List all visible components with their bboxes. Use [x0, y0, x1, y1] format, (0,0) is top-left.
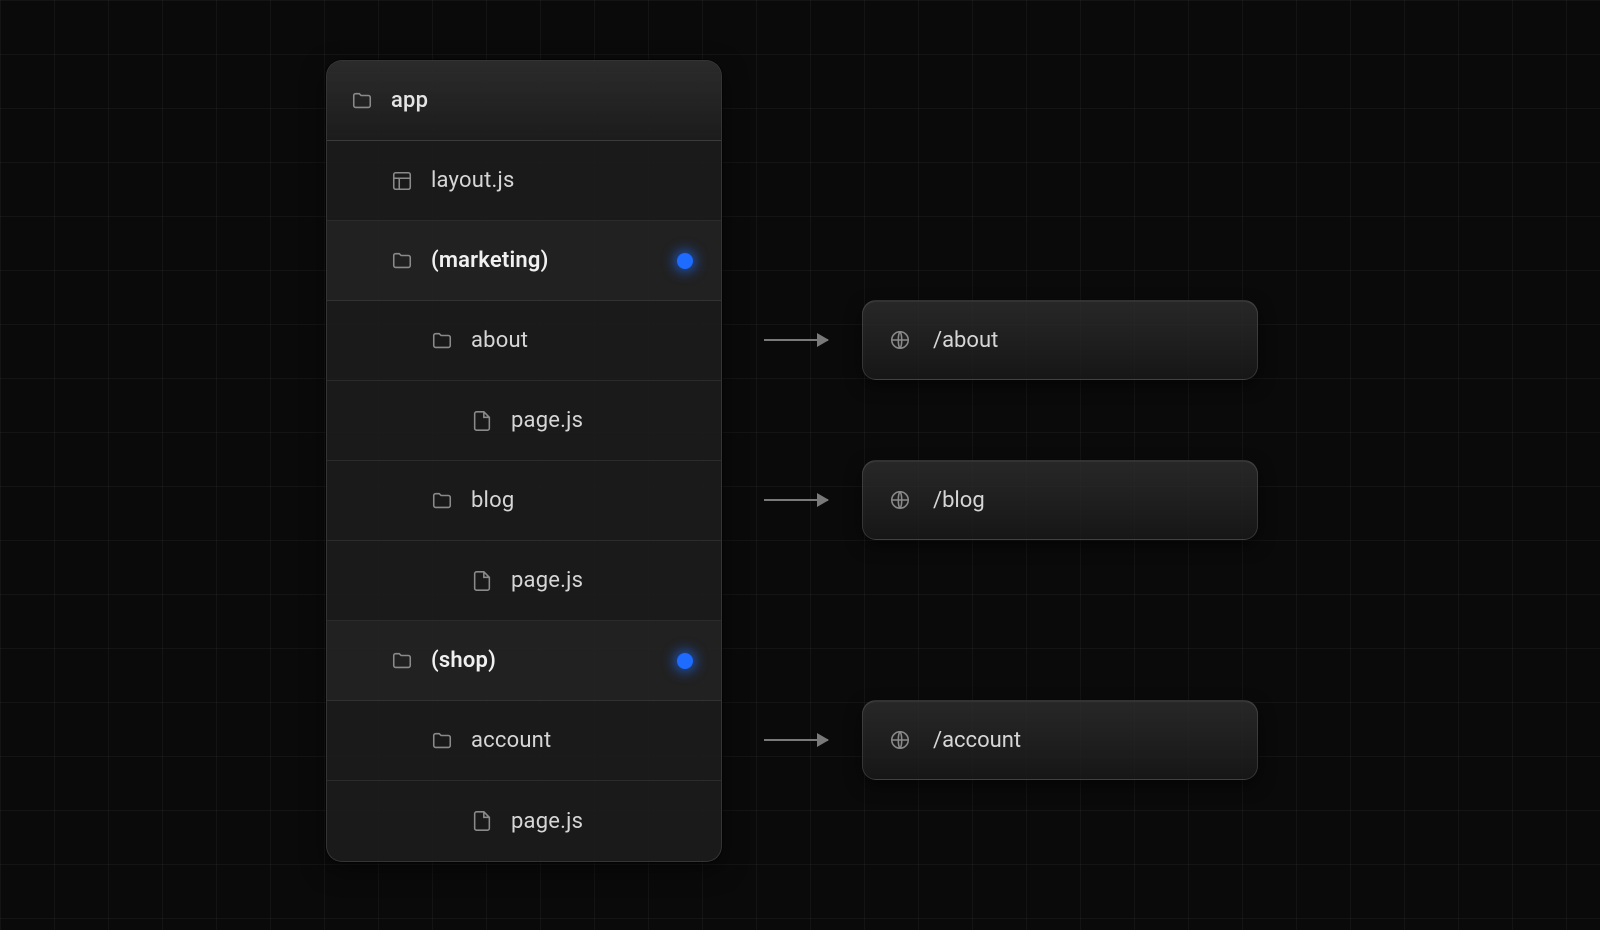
file-icon: [471, 570, 493, 592]
diagram-stage: app layout.js (marketing) about p: [0, 0, 1600, 930]
folder-icon: [391, 250, 413, 272]
tree-item-label: (shop): [431, 648, 496, 673]
tree-item-label: page.js: [511, 408, 583, 433]
file-tree-panel: app layout.js (marketing) about p: [326, 60, 722, 862]
file-icon: [471, 410, 493, 432]
tree-row-about-page: page.js: [327, 381, 721, 461]
file-icon: [471, 810, 493, 832]
folder-icon: [351, 90, 373, 112]
route-pill-about: /about: [862, 300, 1258, 380]
tree-row-blog-page: page.js: [327, 541, 721, 621]
route-pill-account: /account: [862, 700, 1258, 780]
arrow-icon: [764, 739, 828, 741]
tree-item-label: blog: [471, 488, 514, 513]
globe-icon: [889, 489, 911, 511]
tree-row-marketing: (marketing): [327, 221, 721, 301]
folder-icon: [431, 330, 453, 352]
folder-icon: [391, 650, 413, 672]
tree-item-label: account: [471, 728, 551, 753]
route-pill-blog: /blog: [862, 460, 1258, 540]
route-path: /about: [933, 328, 998, 353]
tree-row-shop: (shop): [327, 621, 721, 701]
globe-icon: [889, 329, 911, 351]
folder-icon: [431, 730, 453, 752]
tree-row-layout: layout.js: [327, 141, 721, 221]
tree-root-label: app: [391, 88, 428, 113]
tree-item-label: (marketing): [431, 248, 549, 273]
layout-icon: [391, 170, 413, 192]
folder-icon: [431, 490, 453, 512]
tree-item-label: page.js: [511, 809, 583, 834]
tree-root-row: app: [327, 61, 721, 141]
route-group-dot-icon: [677, 653, 693, 669]
tree-item-label: page.js: [511, 568, 583, 593]
arrow-icon: [764, 339, 828, 341]
tree-row-about: about: [327, 301, 721, 381]
tree-row-account-page: page.js: [327, 781, 721, 861]
tree-row-account: account: [327, 701, 721, 781]
arrow-icon: [764, 499, 828, 501]
route-path: /blog: [933, 488, 985, 513]
tree-row-blog: blog: [327, 461, 721, 541]
globe-icon: [889, 729, 911, 751]
route-group-dot-icon: [677, 253, 693, 269]
route-path: /account: [933, 728, 1021, 753]
tree-item-label: layout.js: [431, 168, 515, 193]
tree-item-label: about: [471, 328, 528, 353]
